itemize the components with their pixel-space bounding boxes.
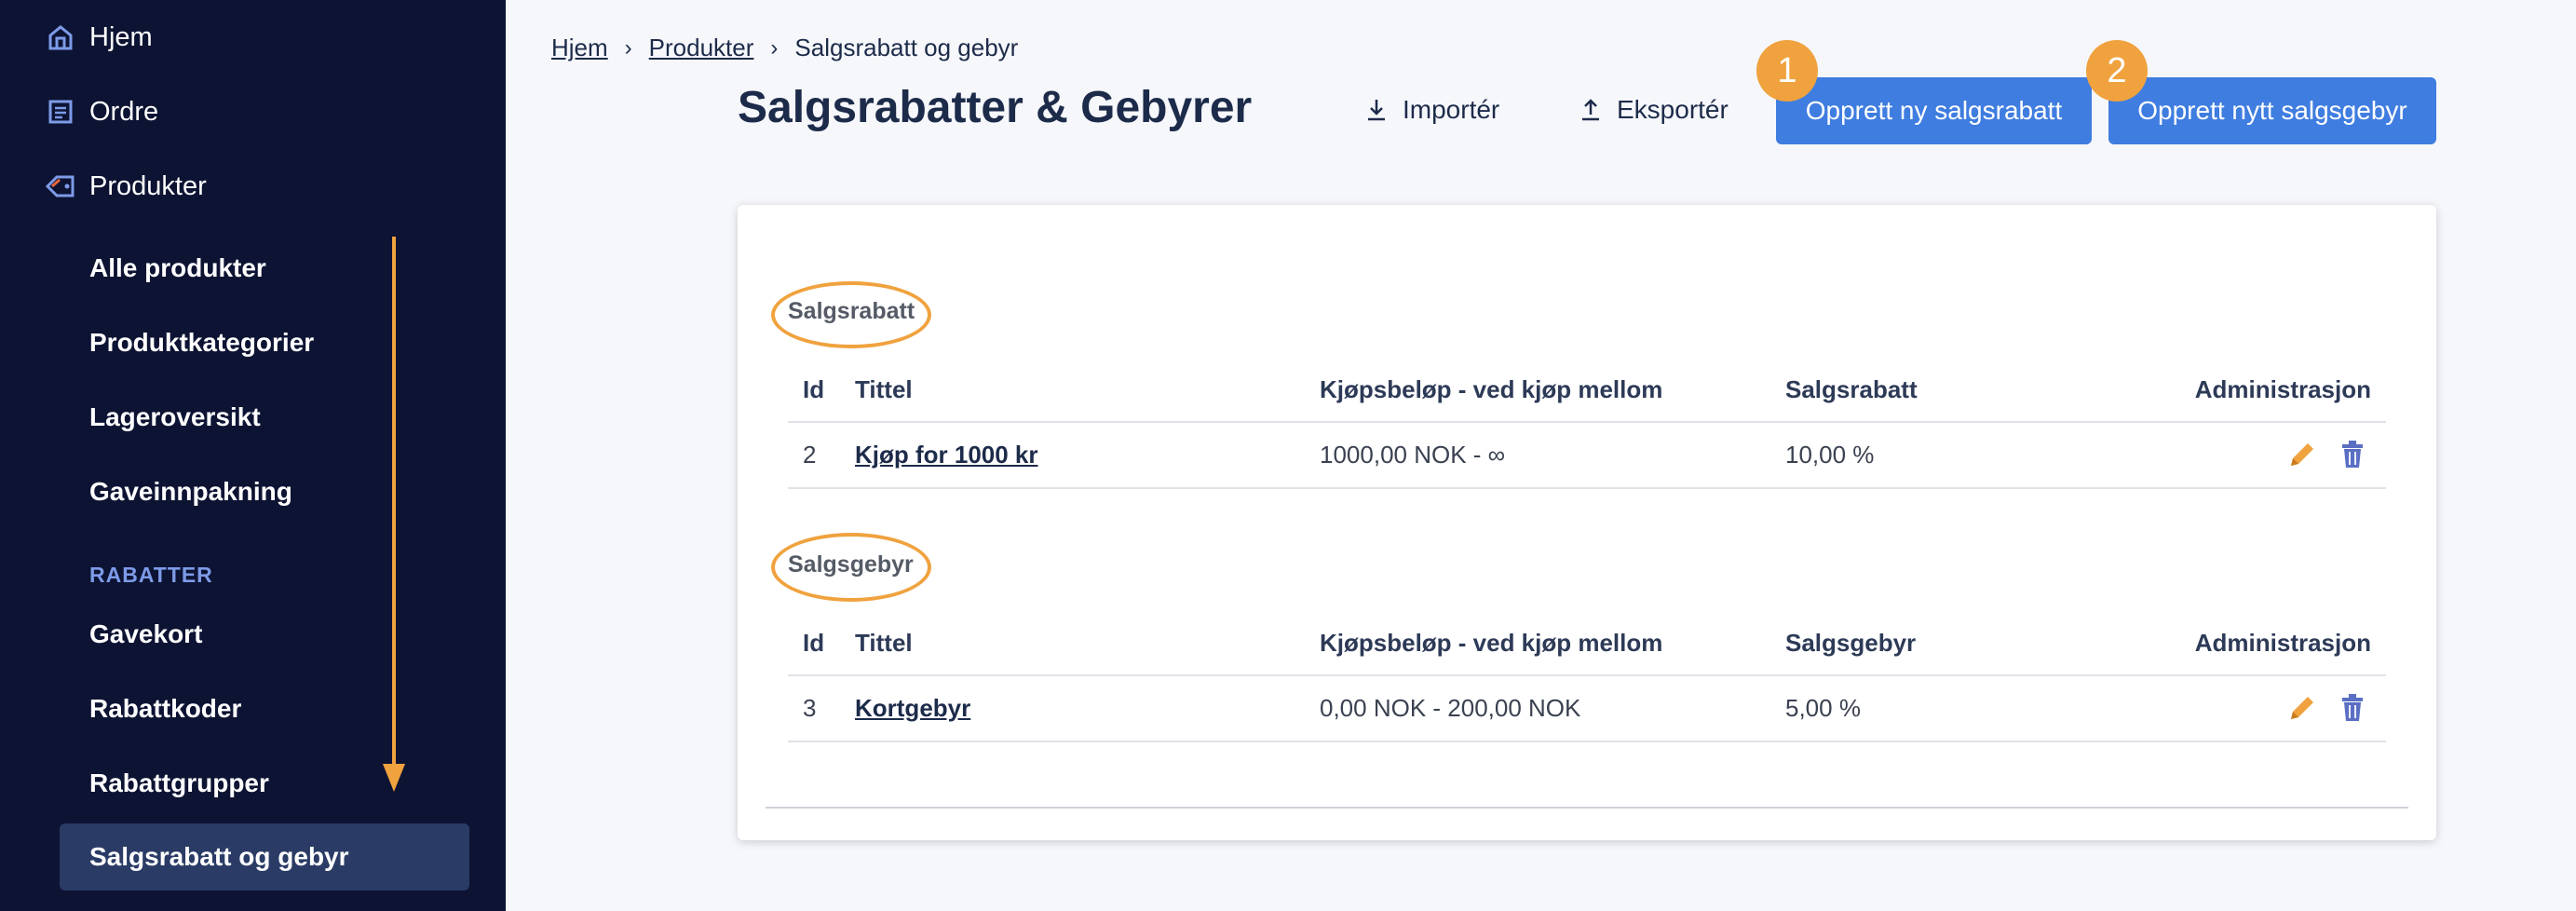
row-fee-value: 5,00 % — [1785, 694, 1861, 722]
chevron-right-icon: › — [770, 34, 779, 61]
delete-icon[interactable] — [2336, 691, 2369, 725]
create-fee-button[interactable]: Opprett nytt salgsgebyr — [2108, 77, 2436, 144]
row-range: 1000,00 NOK - ∞ — [1320, 441, 1506, 469]
delete-icon[interactable] — [2336, 438, 2369, 471]
column-header-id: Id — [803, 629, 825, 657]
chevron-right-icon: › — [624, 34, 632, 61]
export-button[interactable]: Eksportér — [1579, 89, 1729, 130]
sidebar-item-label: Salgsrabatt og gebyr — [89, 842, 349, 871]
breadcrumb-link-produkter[interactable]: Produkter — [649, 34, 754, 62]
sidebar-item-rabattkoder[interactable]: Rabattkoder — [89, 686, 241, 732]
discount-fee-card: Salgsrabatt Id Tittel Kjøpsbeløp - ved k… — [738, 205, 2436, 840]
download-icon — [1365, 98, 1388, 122]
breadcrumb: Hjem › Produkter › Salgsrabatt og gebyr — [551, 34, 1018, 62]
edit-icon[interactable] — [2285, 691, 2319, 725]
create-discount-button[interactable]: Opprett ny salgsrabatt — [1776, 77, 2092, 144]
table-divider — [788, 674, 2386, 676]
column-header-discount: Salgsrabatt — [1785, 375, 1918, 403]
tag-icon — [45, 170, 76, 202]
sidebar-item-ordre[interactable]: Ordre — [45, 88, 158, 135]
sidebar-item-label: Ordre — [89, 96, 159, 127]
row-range: 0,00 NOK - 200,00 NOK — [1320, 694, 1581, 722]
row-id: 2 — [803, 441, 817, 469]
sidebar-item-gavekort[interactable]: Gavekort — [89, 611, 202, 658]
breadcrumb-current: Salgsrabatt og gebyr — [794, 34, 1019, 61]
sidebar-item-lageroversikt[interactable]: Lageroversikt — [89, 394, 261, 441]
import-label: Importér — [1403, 95, 1500, 124]
table-divider — [788, 487, 2386, 489]
sidebar-item-salgsrabatt-og-gebyr[interactable]: Salgsrabatt og gebyr — [60, 823, 469, 891]
home-icon — [45, 21, 76, 53]
row-id: 3 — [803, 694, 817, 722]
sidebar-item-rabattgrupper[interactable]: Rabattgrupper — [89, 760, 269, 807]
sidebar-section-title: RABATTER — [89, 563, 213, 587]
column-header-title: Tittel — [855, 375, 913, 403]
discount-section-title: Salgsrabatt — [788, 298, 915, 324]
breadcrumb-link-hjem[interactable]: Hjem — [551, 34, 608, 62]
sidebar: Hjem Ordre Produkter Alle produkter Prod… — [0, 0, 506, 911]
step-badge-2: 2 — [2086, 40, 2148, 102]
column-header-fee: Salgsgebyr — [1785, 629, 1917, 657]
row-title-link[interactable]: Kortgebyr — [855, 694, 970, 723]
sidebar-item-alle-produkter[interactable]: Alle produkter — [89, 245, 266, 292]
card-footer-divider — [766, 807, 2408, 809]
sidebar-item-hjem[interactable]: Hjem — [45, 14, 153, 61]
column-header-admin: Administrasjon — [2194, 629, 2371, 657]
row-title-link[interactable]: Kjøp for 1000 kr — [855, 441, 1038, 469]
column-header-range: Kjøpsbeløp - ved kjøp mellom — [1320, 629, 1663, 657]
fee-section-title: Salgsgebyr — [788, 551, 914, 578]
row-discount-value: 10,00 % — [1785, 441, 1875, 469]
sidebar-item-label: Hjem — [89, 21, 153, 52]
edit-icon[interactable] — [2285, 438, 2319, 471]
orders-icon — [45, 96, 76, 128]
import-button[interactable]: Importér — [1365, 89, 1499, 130]
column-header-id: Id — [803, 375, 825, 403]
column-header-title: Tittel — [855, 629, 913, 657]
upload-icon — [1579, 98, 1602, 122]
sidebar-item-produktkategorier[interactable]: Produktkategorier — [89, 320, 314, 366]
page-title: Salgsrabatter & Gebyrer — [738, 83, 1253, 132]
sidebar-item-label: Produkter — [89, 170, 207, 201]
export-label: Eksportér — [1617, 95, 1729, 124]
column-header-range: Kjøpsbeløp - ved kjøp mellom — [1320, 375, 1663, 403]
table-divider — [788, 741, 2386, 742]
column-header-admin: Administrasjon — [2194, 375, 2371, 403]
table-divider — [788, 421, 2386, 423]
step-badge-1: 1 — [1756, 40, 1818, 102]
sidebar-item-gaveinnpakning[interactable]: Gaveinnpakning — [89, 469, 292, 515]
sidebar-item-produkter[interactable]: Produkter — [45, 163, 207, 210]
scroll-down-arrow-icon — [383, 237, 405, 792]
